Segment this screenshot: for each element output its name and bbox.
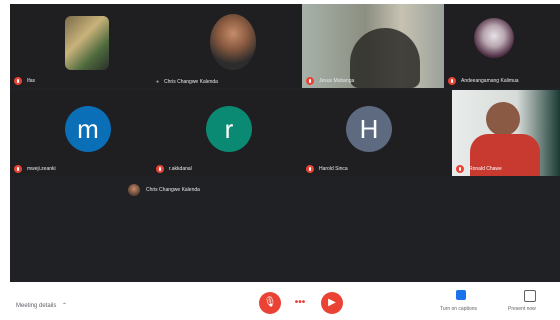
present-label: Present now <box>508 306 536 312</box>
video-feed <box>350 28 420 88</box>
mic-off-icon <box>14 77 22 85</box>
participant-name: Jesus Mubanga <box>306 77 354 85</box>
participant-tile-5[interactable]: m mweji.zeanki <box>10 90 152 176</box>
mic-off-icon <box>456 165 464 173</box>
participant-tile-7[interactable]: H Harold Sinca <box>302 90 452 176</box>
avatar <box>65 16 109 70</box>
captions-icon <box>456 290 466 300</box>
participant-tile-6[interactable]: r r.akkdanal <box>152 90 302 176</box>
mic-off-icon <box>14 165 22 173</box>
mic-off-icon <box>448 77 456 85</box>
participant-name: r.akkdanal <box>156 165 192 173</box>
participant-name: Ronald Chawe <box>456 165 502 173</box>
presenter-row: Chris Changwe Kalenda <box>128 184 200 196</box>
mic-off-icon <box>306 165 314 173</box>
participant-tile-2[interactable]: ● Chris Changwe Kalenda <box>152 4 302 88</box>
video-grid: Ifas ● Chris Changwe Kalenda Jesus Muban… <box>10 4 560 282</box>
participant-name: Andeeangamang Kalimua <box>448 77 519 85</box>
meeting-details-button[interactable]: Meeting details ⌃ <box>16 302 67 309</box>
avatar: r <box>206 106 252 152</box>
participant-tile-1[interactable]: Ifas <box>10 4 152 88</box>
present-now-button[interactable]: Present now <box>506 290 552 316</box>
mic-off-icon <box>306 77 314 85</box>
participant-name: ● Chris Changwe Kalenda <box>156 79 218 85</box>
end-call-icon: ••• <box>294 296 306 308</box>
video-feed <box>486 102 520 136</box>
presenter-avatar <box>128 184 140 196</box>
chevron-up-icon: ⌃ <box>62 303 68 309</box>
participant-name: Ifas <box>14 77 35 85</box>
presenter-name: Chris Changwe Kalenda <box>146 187 200 193</box>
participant-tile-3[interactable]: Jesus Mubanga <box>302 4 444 88</box>
bottom-bar: Meeting details ⌃ 🎙 ••• ▶ Turn on captio… <box>0 284 560 320</box>
present-icon <box>524 290 536 302</box>
mic-off-icon: 🎙 <box>263 297 277 308</box>
captions-label: Turn on captions <box>440 306 478 312</box>
mic-off-icon <box>156 165 164 173</box>
camera-toggle-button[interactable]: ▶ <box>321 292 343 314</box>
mic-icon: ● <box>156 79 160 85</box>
captions-button[interactable]: Turn on captions <box>440 290 486 316</box>
participant-tile-4[interactable]: Andeeangamang Kalimua <box>444 4 560 88</box>
avatar: m <box>65 106 111 152</box>
cam-off-icon: ▶ <box>328 297 336 308</box>
mic-toggle-button[interactable]: 🎙 <box>259 292 281 314</box>
participant-name: Harold Sinca <box>306 165 348 173</box>
participant-tile-8[interactable]: Ronald Chawe <box>452 90 560 176</box>
participant-name: mweji.zeanki <box>14 165 56 173</box>
avatar <box>210 14 256 70</box>
end-call-button[interactable]: ••• <box>288 296 312 308</box>
avatar: H <box>346 106 392 152</box>
avatar <box>474 18 514 58</box>
